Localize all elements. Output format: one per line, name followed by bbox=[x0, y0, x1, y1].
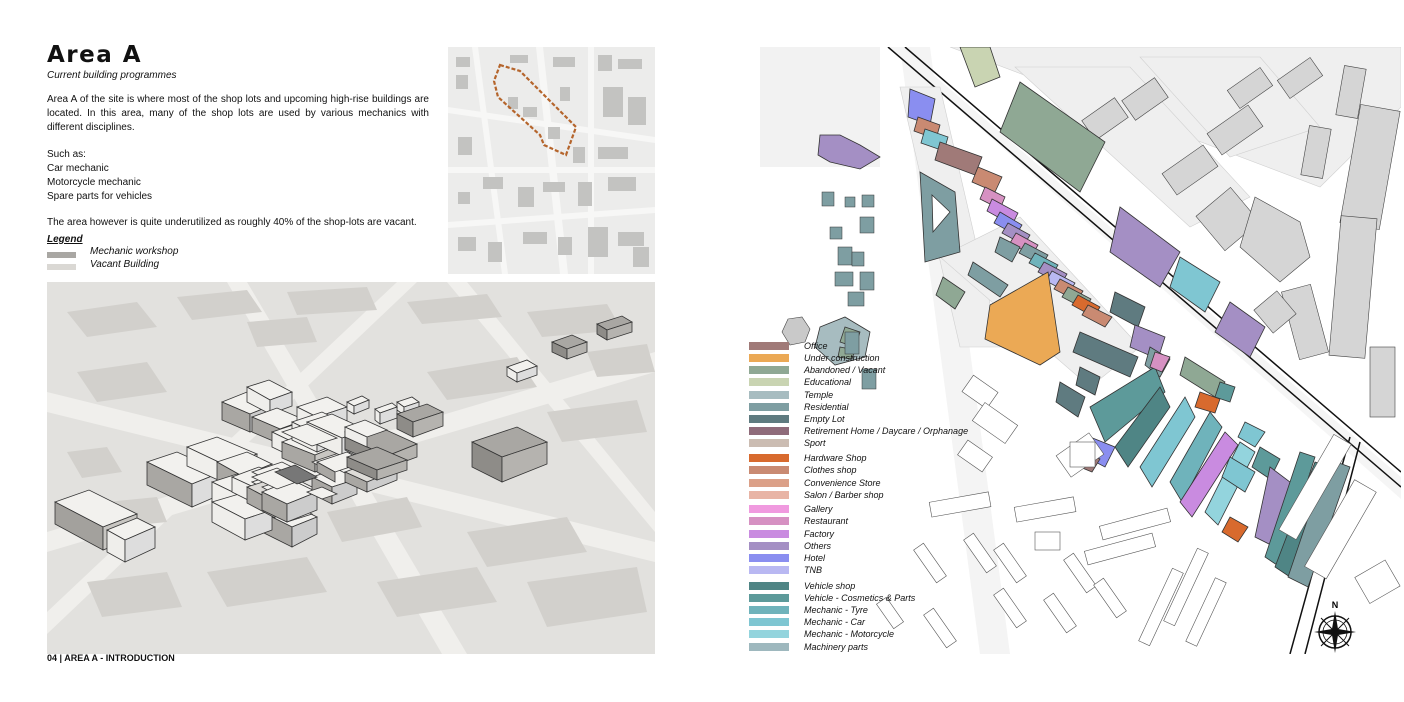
legend-swatch bbox=[749, 643, 789, 651]
legend-label: Mechanic - Tyre bbox=[804, 605, 868, 615]
legend-swatch bbox=[749, 530, 789, 538]
legend-swatch bbox=[749, 491, 789, 499]
legend-swatch bbox=[749, 542, 789, 550]
legend-swatch bbox=[749, 479, 789, 487]
legend-swatch bbox=[749, 427, 789, 435]
legend-swatch-vacant-building bbox=[47, 264, 76, 270]
legend-label: Hardware Shop bbox=[804, 453, 867, 463]
legend-swatch bbox=[749, 594, 789, 602]
intro-paragraph: Area A of the site is where most of the … bbox=[47, 94, 429, 133]
such-as-item: Car mechanic bbox=[47, 163, 109, 174]
legend-swatch bbox=[749, 439, 789, 447]
north-label: N bbox=[1332, 600, 1339, 610]
legend-label: Vehicle shop bbox=[804, 581, 856, 591]
legend-label: Vehicle - Cosmetics & Parts bbox=[804, 593, 916, 603]
such-as-list: Such as: Car mechanic Motorcycle mechani… bbox=[47, 148, 152, 204]
legend-label: Residential bbox=[804, 402, 849, 412]
axonometric-view bbox=[47, 282, 655, 654]
legend-label: Clothes shop bbox=[804, 465, 857, 475]
legend-label: Retirement Home / Daycare / Orphanage bbox=[804, 426, 969, 436]
legend-swatch bbox=[749, 606, 789, 614]
programme-legend: Office Under construction Abandoned / Va… bbox=[749, 340, 1009, 655]
legend-title: Legend bbox=[47, 234, 83, 245]
such-as-item: Motorcycle mechanic bbox=[47, 177, 141, 188]
legend-swatch bbox=[749, 505, 789, 513]
legend-swatch bbox=[749, 403, 789, 411]
legend-label: Empty Lot bbox=[804, 414, 845, 424]
legend-swatch bbox=[749, 466, 789, 474]
legend-label: Others bbox=[804, 541, 832, 551]
key-map bbox=[448, 47, 655, 274]
legend-swatch bbox=[749, 415, 789, 423]
legend-label-mechanic-workshop: Mechanic workshop bbox=[90, 246, 179, 257]
legend-label: Convenience Store bbox=[804, 478, 881, 488]
legend-label: Hotel bbox=[804, 553, 826, 563]
legend-label: Temple bbox=[804, 390, 834, 400]
north-arrow-icon: N bbox=[1314, 600, 1356, 653]
legend-swatch bbox=[749, 554, 789, 562]
legend-label: TNB bbox=[804, 565, 822, 575]
legend-label: Machinery parts bbox=[804, 642, 869, 652]
legend-label: Salon / Barber shop bbox=[804, 490, 884, 500]
legend-label: Abandoned / Vacant bbox=[804, 365, 886, 375]
legend-swatch bbox=[749, 566, 789, 574]
legend-label: Mechanic - Motorcycle bbox=[804, 629, 895, 639]
legend-label: Factory bbox=[804, 529, 835, 539]
legend-swatch bbox=[749, 582, 789, 590]
page-subtitle: Current building programmes bbox=[47, 70, 177, 81]
legend-label: Sport bbox=[804, 438, 826, 448]
legend-swatch bbox=[749, 378, 789, 386]
legend-swatch bbox=[749, 342, 789, 350]
legend-label: Gallery bbox=[804, 504, 833, 514]
legend-label: Under construction bbox=[804, 353, 880, 363]
page-footer: 04 | AREA A - INTRODUCTION bbox=[47, 653, 175, 663]
page-title: Area A bbox=[47, 42, 143, 68]
legend-label: Educational bbox=[804, 377, 852, 387]
legend-label: Office bbox=[804, 341, 828, 351]
legend-label: Restaurant bbox=[804, 516, 849, 526]
legend-swatch-mechanic-workshop bbox=[47, 252, 76, 258]
such-as-item: Spare parts for vehicles bbox=[47, 191, 153, 202]
legend-swatch bbox=[749, 454, 789, 462]
legend-label: Mechanic - Car bbox=[804, 617, 866, 627]
legend-swatch bbox=[749, 391, 789, 399]
legend-swatch bbox=[749, 366, 789, 374]
legend-swatch bbox=[749, 354, 789, 362]
underutilized-note: The area however is quite underutilized … bbox=[47, 217, 417, 228]
such-as-label: Such as: bbox=[47, 149, 86, 160]
legend-swatch bbox=[749, 618, 789, 626]
legend-swatch bbox=[749, 517, 789, 525]
legend-swatch bbox=[749, 630, 789, 638]
legend-label-vacant-building: Vacant Building bbox=[90, 259, 160, 270]
